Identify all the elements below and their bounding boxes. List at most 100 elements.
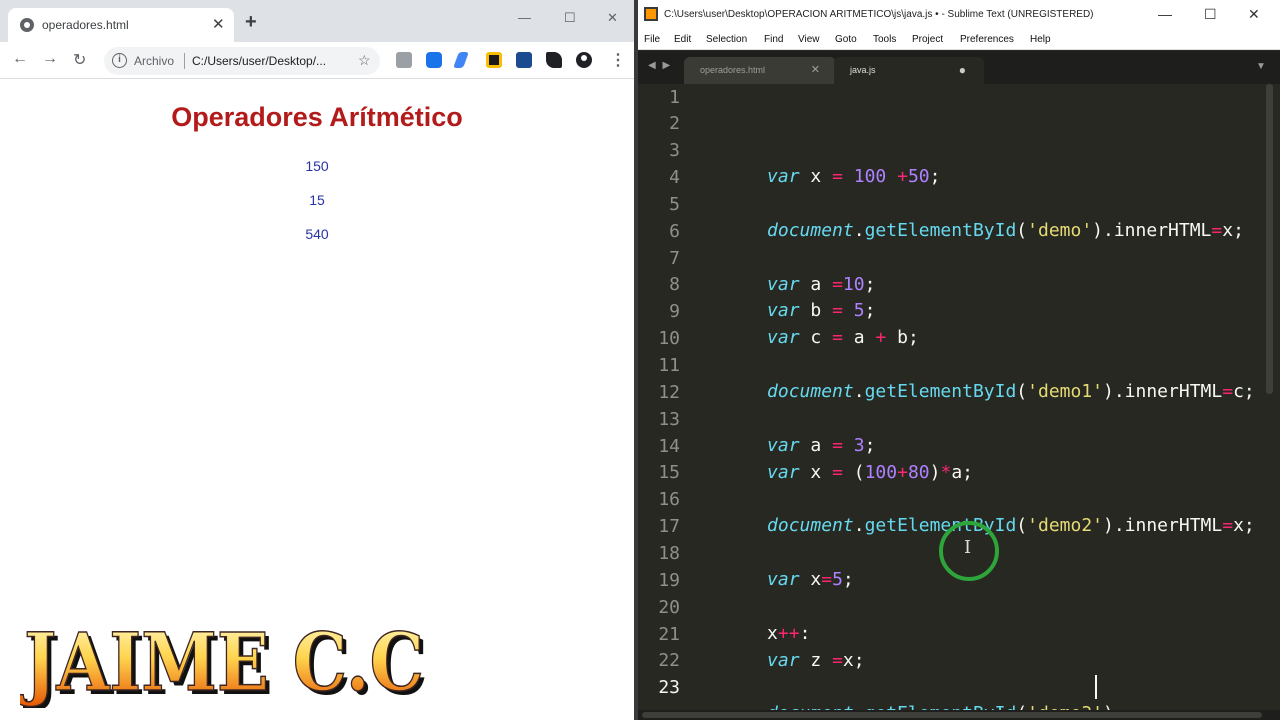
tab-close-icon[interactable]: ✕: [212, 15, 225, 33]
code-line-16[interactable]: document.getElementById('demo2').innerHT…: [702, 487, 1255, 536]
code-line-9[interactable]: var c = a + b;: [702, 299, 919, 348]
code-line-8[interactable]: var b = 5;: [702, 272, 875, 321]
ext-chat-icon[interactable]: [426, 52, 442, 68]
address-bar[interactable]: i Archivo C:/Users/user/Desktop/... ☆: [104, 47, 380, 75]
globe-favicon-icon: [20, 18, 34, 32]
ext-box-icon[interactable]: [396, 52, 412, 68]
token-text: a;: [951, 462, 974, 483]
page-title: Operadores Arítmético: [171, 102, 463, 132]
menu-tools[interactable]: Tools: [873, 34, 896, 45]
editor-close-button[interactable]: ✕: [1248, 6, 1260, 23]
browser-tab[interactable]: operadores.html ✕: [8, 8, 234, 42]
token-operator: =: [832, 650, 843, 671]
result-demo2: 540: [305, 226, 329, 242]
scrollbar-thumb[interactable]: [642, 712, 1262, 718]
code-line-5[interactable]: document.getElementById('demo').innerHTM…: [702, 192, 1244, 241]
unsaved-dot-icon[interactable]: ●: [959, 63, 966, 77]
close-window-button[interactable]: ✕: [607, 10, 618, 26]
editor-minimize-button[interactable]: —: [1158, 6, 1172, 22]
token-operator: +: [897, 462, 908, 483]
menu-goto[interactable]: Goto: [835, 34, 857, 45]
token-text: (: [1016, 515, 1028, 536]
menu-view[interactable]: View: [798, 34, 820, 45]
minimize-button[interactable]: —: [518, 10, 531, 25]
watermark-text: JAIME C.C: [20, 615, 424, 708]
watermark-logo: JAIME C.C JAIME C.C: [20, 614, 428, 708]
line-number: 14: [658, 436, 680, 457]
forward-button[interactable]: →: [42, 50, 58, 68]
tab-operadores-html[interactable]: operadores.html ✕: [684, 57, 836, 84]
token-operator: =: [832, 462, 843, 483]
profile-icon[interactable]: [576, 52, 592, 68]
ibeam-cursor-icon: I: [964, 537, 972, 558]
token-text: .: [853, 220, 865, 241]
ext-bookmark-icon[interactable]: [516, 52, 532, 68]
url-text[interactable]: C:/Users/user/Desktop/...: [192, 54, 326, 68]
token-text: x;: [1222, 220, 1244, 241]
result-demo1: 15: [309, 192, 325, 208]
line-number: 16: [658, 489, 680, 510]
line-number: 7: [669, 248, 680, 269]
ext-puzzle-icon[interactable]: [546, 52, 562, 68]
code-line-21[interactable]: var z =x;: [702, 622, 865, 671]
sublime-app-icon: [644, 7, 658, 21]
line-number-gutter: 1 2 3 4 5 6 7 8 9 10 11 12 13 14 15 16 17 18 19 20 21 22 23: [638, 84, 686, 710]
code-editor[interactable]: 1 2 3 4 5 6 7 8 9 10 11 12 13 14 15 16 17 18 19 20 21 22 23 va…: [638, 84, 1280, 720]
editor-menubar: File Edit Selection Find View Goto Tools…: [638, 30, 1280, 50]
code-line-20[interactable]: x++:: [702, 595, 810, 644]
tab-label: java.js: [850, 65, 876, 75]
menu-find[interactable]: Find: [764, 34, 783, 45]
token-text: ;: [842, 569, 854, 590]
editor-tab-bar: ◀ ▶ operadores.html ✕ java.js ● ▼: [638, 51, 1280, 84]
tab-dropdown-icon[interactable]: ▼: [1256, 61, 1266, 72]
token-text: (: [1016, 381, 1028, 402]
browser-menu-icon[interactable]: ⋮: [610, 50, 626, 70]
line-number: 2: [669, 113, 680, 134]
token-string: 'demo': [1027, 220, 1093, 241]
vertical-scrollbar[interactable]: [1266, 84, 1273, 394]
menu-selection[interactable]: Selection: [706, 34, 747, 45]
editor-maximize-button[interactable]: ☐: [1204, 6, 1217, 23]
code-line-3[interactable]: var x = 100 +50;: [702, 138, 940, 187]
token-text: .: [853, 515, 865, 536]
new-tab-button[interactable]: +: [245, 12, 257, 32]
ext-pen-icon[interactable]: [453, 52, 469, 68]
token-operator: =: [832, 327, 843, 348]
token-text: (: [1016, 220, 1028, 241]
menu-project[interactable]: Project: [912, 34, 943, 45]
token-keyword: var: [767, 462, 800, 483]
maximize-button[interactable]: ☐: [564, 10, 576, 26]
token-number: 5: [832, 569, 843, 590]
code-line-23[interactable]: document.getElementById('demo3').: [702, 675, 1125, 720]
token-text: a: [842, 327, 876, 348]
tab-java-js[interactable]: java.js ●: [834, 57, 984, 84]
menu-help[interactable]: Help: [1030, 34, 1051, 45]
code-line-18[interactable]: var x=5;: [702, 541, 854, 590]
line-number: 19: [658, 570, 680, 591]
back-button[interactable]: ←: [12, 50, 28, 68]
code-line-7[interactable]: var a =10;: [702, 246, 875, 295]
token-text: x;: [842, 650, 865, 671]
code-line-11[interactable]: document.getElementById('demo1').innerHT…: [702, 353, 1255, 402]
code-line-14[interactable]: var x = (100+80)*a;: [702, 434, 973, 483]
tab-close-icon[interactable]: ✕: [811, 63, 820, 76]
token-object: document: [767, 220, 854, 241]
token-text: c: [799, 327, 833, 348]
line-number: 3: [669, 140, 680, 161]
line-number: 10: [658, 328, 680, 349]
ext-shield-icon[interactable]: [486, 52, 502, 68]
line-number: 17: [658, 516, 680, 537]
menu-file[interactable]: File: [644, 34, 660, 45]
code-line-13[interactable]: var a = 3;: [702, 407, 875, 456]
line-number: 18: [658, 543, 680, 564]
info-icon[interactable]: i: [112, 53, 127, 68]
token-string: 'demo2': [1027, 515, 1103, 536]
menu-edit[interactable]: Edit: [674, 34, 691, 45]
menu-preferences[interactable]: Preferences: [960, 34, 1014, 45]
bookmark-star-icon[interactable]: ☆: [358, 52, 371, 69]
tab-scroll-arrows-icon[interactable]: ◀ ▶: [648, 60, 672, 71]
horizontal-scrollbar[interactable]: [638, 710, 1280, 720]
token-string: 'demo1': [1027, 381, 1103, 402]
reload-button[interactable]: ↻: [73, 50, 86, 70]
